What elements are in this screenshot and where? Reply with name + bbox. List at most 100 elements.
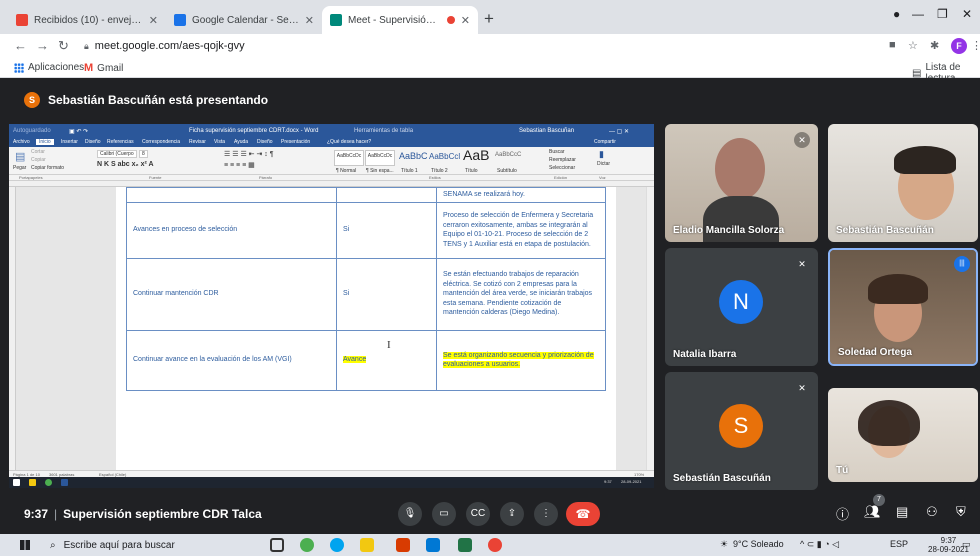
format-buttons-icon[interactable]: N K S abc x₂ x² A xyxy=(97,161,154,168)
chrome-icon[interactable] xyxy=(300,538,314,552)
menu-icon[interactable]: ⋮ xyxy=(971,39,980,52)
menu-revisar[interactable]: Revisar xyxy=(189,139,206,145)
task-view-icon[interactable] xyxy=(270,538,284,552)
paste-icon[interactable]: ▤ xyxy=(15,150,25,163)
style-no-spacing[interactable]: AaBbCcDc xyxy=(365,150,395,166)
captions-button[interactable]: CC xyxy=(466,502,490,526)
present-button[interactable]: ⇪ xyxy=(500,502,524,526)
close-window-button[interactable]: ✕ xyxy=(962,7,972,21)
weather-text[interactable]: 9°C Soleado xyxy=(733,539,784,549)
people-icon[interactable]: 👥︎ xyxy=(864,504,881,520)
tab-search-icon[interactable]: ● xyxy=(893,7,900,21)
participant-tile-speaking[interactable]: ||| Soledad Ortega xyxy=(828,248,978,366)
maximize-button[interactable]: ❐ xyxy=(937,7,948,21)
font-select[interactable]: Calibri (Cuerpo xyxy=(97,150,137,158)
bookmark-star-icon[interactable]: ☆ xyxy=(908,39,918,52)
microphone-icon[interactable]: ▮ xyxy=(599,149,604,160)
file-explorer-icon[interactable] xyxy=(360,538,374,552)
participant-tile[interactable]: N ✕ Natalia Ibarra xyxy=(665,248,818,366)
end-call-button[interactable]: ☎︎ xyxy=(566,502,600,526)
menu-diseno-tabla[interactable]: Diseño xyxy=(257,139,273,145)
table-cell-item[interactable]: Continuar mantención CDR xyxy=(126,257,337,331)
menu-vista[interactable]: Vista xyxy=(214,139,225,145)
info-icon[interactable]: ⓘ xyxy=(836,504,849,523)
profile-avatar[interactable]: F xyxy=(951,38,967,54)
table-cell-item[interactable] xyxy=(126,187,337,203)
tray-icons[interactable]: ^ ⊂ ▮ ◔ ◁ xyxy=(800,539,839,550)
style-title2[interactable]: AaBbCcl xyxy=(429,152,460,161)
table-cell-detail[interactable]: Se está organizando secuencia y prioriza… xyxy=(436,329,606,391)
menu-archivo[interactable]: Archivo xyxy=(13,139,30,145)
tab-gmail[interactable]: Recibidos (10) - envejecimiento ✕ xyxy=(8,6,166,34)
mic-button[interactable]: 🎙︎ xyxy=(398,502,422,526)
participant-tile[interactable]: ✕ Eladio Mancilla Solorza xyxy=(665,124,818,242)
extensions-icon[interactable]: ✱ xyxy=(930,39,939,52)
paste-label[interactable]: Pegar xyxy=(13,165,26,171)
menu-ayuda[interactable]: Ayuda xyxy=(234,139,248,145)
chrome-app-icon[interactable] xyxy=(488,538,502,552)
autosave-label[interactable]: Autoguardado xyxy=(13,128,51,134)
more-options-button[interactable]: ⋮ xyxy=(534,502,558,526)
copy-button[interactable]: Copiar xyxy=(31,157,46,163)
skype-icon[interactable] xyxy=(330,538,344,552)
style-normal[interactable]: AaBbCcDc xyxy=(334,150,364,166)
select-button[interactable]: Seleccionar xyxy=(549,165,575,171)
lock-icon[interactable]: 🔒︎ xyxy=(84,41,89,52)
excel-icon[interactable] xyxy=(458,538,472,552)
minimize-button[interactable]: — xyxy=(912,7,924,21)
window-controls-icon[interactable]: — ▢ ✕ xyxy=(609,128,629,135)
activities-icon[interactable]: ⚇ xyxy=(926,504,938,520)
self-view-tile[interactable]: Tú xyxy=(828,388,978,482)
style-subtitle[interactable]: AaBbCcC xyxy=(495,152,521,158)
forward-icon[interactable]: → xyxy=(36,38,49,53)
taskbar-search[interactable]: ⌕ Escribe aquí para buscar xyxy=(44,534,244,556)
close-icon[interactable]: ✕ xyxy=(149,14,158,27)
url-bar[interactable]: 🔒︎ meet.google.com/aes-qojk-gvy xyxy=(80,36,860,56)
close-icon[interactable]: ✕ xyxy=(461,14,470,27)
document-scrollbar[interactable] xyxy=(646,187,654,470)
host-controls-icon[interactable]: ⛨ xyxy=(956,504,966,520)
weather-icon[interactable]: ☀︎ xyxy=(720,539,728,550)
outlook-icon[interactable] xyxy=(426,538,440,552)
back-icon[interactable]: ← xyxy=(14,38,27,53)
table-cell-detail[interactable]: Se están efectuando trabajos de reparaci… xyxy=(436,257,606,331)
style-title[interactable]: AaB xyxy=(463,147,489,163)
participant-tile[interactable]: S ✕ Sebastián Bascuñán xyxy=(665,372,818,490)
replace-button[interactable]: Reemplazar xyxy=(549,157,576,163)
font-size-select[interactable]: 8 xyxy=(139,150,148,158)
bookmark-gmail[interactable]: M Gmail xyxy=(84,62,123,74)
menu-correspondencia[interactable]: Correspondencia xyxy=(142,139,180,145)
table-cell-item[interactable]: Avances en proceso de selección xyxy=(126,201,337,259)
table-cell-status[interactable]: Si xyxy=(336,257,437,331)
tell-me-box[interactable]: ¿Qué desea hacer? xyxy=(327,139,371,145)
menu-inicio[interactable]: Inicio xyxy=(36,139,54,145)
list-buttons-icon[interactable]: ☰ ☰ ☰ ⇤ ⇥ ↕ ¶ xyxy=(224,150,274,158)
menu-diseno[interactable]: Diseño xyxy=(85,139,101,145)
input-language[interactable]: ESP xyxy=(890,539,908,549)
vertical-ruler[interactable] xyxy=(9,187,16,470)
reload-icon[interactable]: ↻ xyxy=(58,38,69,54)
menu-insertar[interactable]: Insertar xyxy=(61,139,78,145)
windows-start-icon[interactable] xyxy=(20,540,30,550)
style-title1[interactable]: AaBbC xyxy=(399,151,428,161)
chat-icon[interactable]: ▤ xyxy=(896,504,908,520)
align-buttons-icon[interactable]: ≡ ≡ ≡ ≡ ▦ xyxy=(224,161,255,169)
table-cell-detail[interactable]: SENAMA se realizará hoy. xyxy=(436,187,606,203)
participant-tile[interactable]: Sebastián Bascuñán xyxy=(828,124,978,242)
camera-icon[interactable]: ■ xyxy=(889,39,896,51)
cut-button[interactable]: Cortar xyxy=(31,149,45,155)
office-icon[interactable] xyxy=(396,538,410,552)
table-cell-item[interactable]: Continuar avance en la evaluación de los… xyxy=(126,329,337,391)
document-page[interactable]: SENAMA se realizará hoy. Avances en proc… xyxy=(116,187,616,470)
format-painter-button[interactable]: Copiar formato xyxy=(31,165,64,171)
table-cell-detail[interactable]: Proceso de selección de Enfermera y Secr… xyxy=(436,201,606,259)
document-area[interactable]: SENAMA se realizará hoy. Avances en proc… xyxy=(16,187,646,470)
share-button[interactable]: Compartir xyxy=(594,139,616,145)
close-icon[interactable]: ✕ xyxy=(305,14,314,27)
table-cell-status[interactable]: Si xyxy=(336,201,437,259)
new-tab-button[interactable]: + xyxy=(484,9,494,29)
bookmark-apps[interactable]: Aplicaciones xyxy=(14,62,84,73)
dictate-button[interactable]: Dictar xyxy=(597,161,610,167)
presentation-screen[interactable]: Autoguardado ▣ ↶ ↷ Ficha supervisión sep… xyxy=(9,124,654,488)
tab-calendar[interactable]: Google Calendar - Semana del 2 ✕ xyxy=(166,6,322,34)
